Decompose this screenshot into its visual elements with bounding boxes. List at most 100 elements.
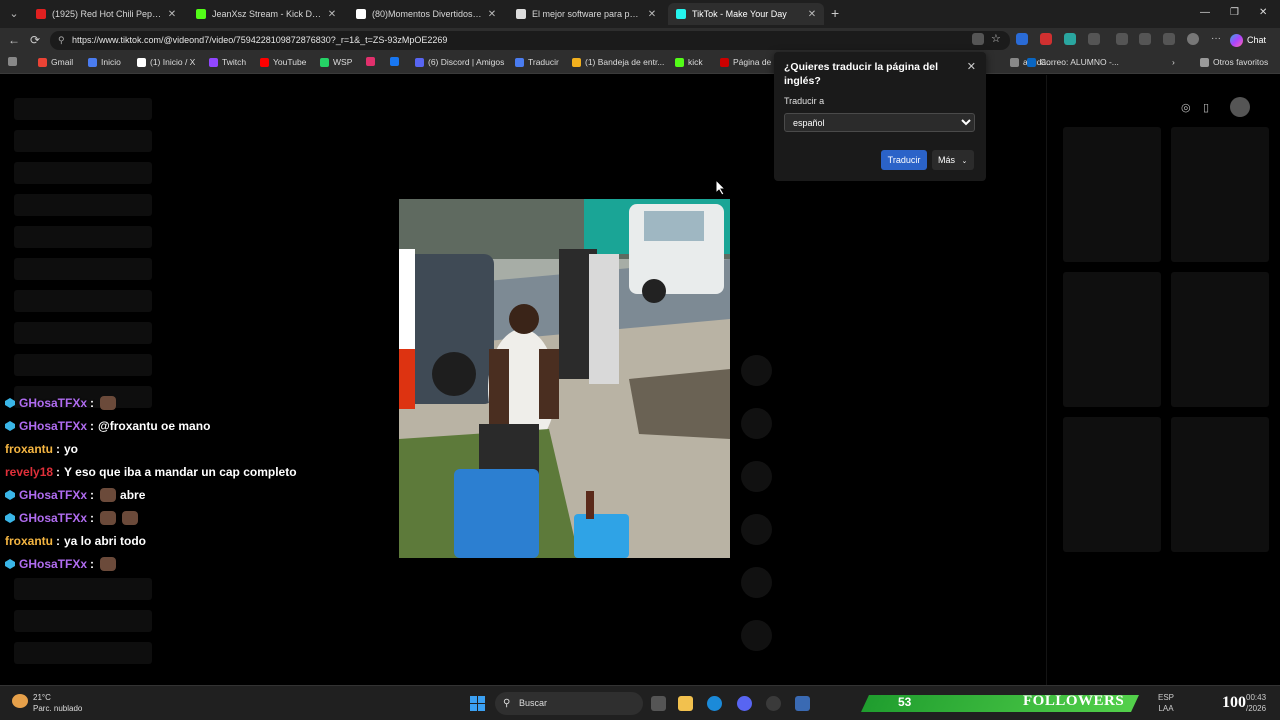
suggested-video-card[interactable] [1063, 272, 1161, 407]
chat-username[interactable]: GHosaTFXx [19, 419, 87, 433]
chat-username[interactable]: GHosaTFXx [19, 396, 87, 410]
chat-username[interactable]: GHosaTFXx [19, 511, 87, 525]
bookmarks-toggle-icon[interactable] [8, 57, 17, 66]
other-favorites[interactable]: Otros favoritos [1200, 57, 1268, 67]
tab-close-icon[interactable]: ✕ [166, 9, 178, 20]
bookmark-button[interactable] [741, 461, 772, 492]
language-indicator[interactable]: ESP LAA [1158, 692, 1174, 714]
window-close-icon[interactable]: ✕ [1259, 7, 1267, 18]
bookmark-item[interactable]: (1) Bandeja de entr... [572, 57, 664, 67]
extension-icon[interactable] [1064, 33, 1076, 45]
video-player[interactable] [399, 199, 730, 558]
like-button[interactable] [741, 355, 772, 386]
language-select[interactable]: español [784, 113, 975, 132]
suggested-video-card[interactable] [1063, 417, 1161, 552]
weather-widget[interactable]: 21°C Parc. nublado [12, 692, 82, 714]
skeleton-placeholder [14, 194, 152, 216]
tab-strip: ⌄ (1925) Red Hot Chili Peppers - Da✕Jean… [0, 0, 1280, 28]
collections-icon[interactable] [1163, 33, 1175, 45]
translate-close-icon[interactable]: ✕ [967, 60, 976, 73]
user-avatar-icon[interactable] [1230, 97, 1250, 117]
url-input[interactable]: ⚲ https://www.tiktok.com/@videond7/video… [50, 31, 1010, 50]
more-options-button[interactable]: Más ⌄ [932, 150, 974, 170]
translate-icon[interactable] [972, 33, 984, 45]
chat-username[interactable]: froxantu [5, 534, 53, 548]
suggested-video-card[interactable] [1171, 417, 1269, 552]
tab-title: JeanXsz Stream - Kick Dashboard [212, 9, 322, 19]
comment-button[interactable] [741, 408, 772, 439]
translate-title: ¿Quieres traducir la página del inglés? [784, 61, 939, 87]
favorite-star-icon[interactable]: ☆ [991, 33, 1003, 45]
discord-icon[interactable] [737, 696, 752, 711]
bookmark-item[interactable]: (6) Discord | Amigos [415, 57, 504, 67]
file-explorer-icon[interactable] [678, 696, 693, 711]
tab-1[interactable]: (1925) Red Hot Chili Peppers - Da ✕ [28, 3, 184, 25]
profile-avatar[interactable] [1187, 33, 1199, 45]
tab-close-icon[interactable]: ✕ [646, 9, 658, 20]
translate-button[interactable]: Traducir [881, 150, 927, 170]
tab-4[interactable]: El mejor software para potenciar t ✕ [508, 3, 664, 25]
tab-close-icon[interactable]: ✕ [326, 9, 338, 20]
new-tab-button[interactable]: + [831, 6, 839, 20]
bookmark-item[interactable]: YouTube [260, 57, 306, 67]
chat-username[interactable]: GHosaTFXx [19, 488, 87, 502]
subscriber-badge-icon [5, 513, 15, 523]
suggested-video-card[interactable] [1063, 127, 1161, 262]
compass-icon[interactable]: ◎ [1181, 101, 1191, 114]
skeleton-placeholder [14, 642, 152, 664]
split-screen-icon[interactable] [1116, 33, 1128, 45]
clock[interactable]: 00:43 /2026 [1246, 692, 1266, 714]
task-view-icon[interactable] [651, 696, 666, 711]
extension-icon[interactable] [1088, 33, 1100, 45]
bookmark-item[interactable]: WSP [320, 57, 352, 67]
reload-icon[interactable]: ⟳ [30, 33, 40, 47]
tab-search-icon[interactable]: ⌄ [6, 6, 22, 22]
chat-username[interactable]: revely18 [5, 465, 53, 479]
restore-icon[interactable]: ❐ [1230, 7, 1239, 18]
bookmark-favicon-icon [675, 57, 684, 67]
bookmark-item[interactable] [366, 57, 379, 66]
adblock-icon[interactable] [1040, 33, 1052, 45]
more-menu-icon[interactable]: ··· [1211, 33, 1223, 45]
bookmark-item[interactable]: kick [675, 57, 703, 67]
suggested-video-card[interactable] [1171, 272, 1269, 407]
suggested-video-card[interactable] [1171, 127, 1269, 262]
site-info-icon[interactable]: ⚲ [58, 31, 65, 50]
copilot-chat-button[interactable]: Chat [1230, 31, 1276, 49]
tab-2[interactable]: JeanXsz Stream - Kick Dashboard ✕ [188, 3, 344, 25]
chat-colon: : [56, 442, 60, 456]
bookmark-item[interactable]: Gmail [38, 57, 73, 67]
edge-icon[interactable] [707, 696, 722, 711]
tab-3[interactable]: (80)Momentos Divertidos de Los S ✕ [348, 3, 504, 25]
overlay-number: 100 [1222, 694, 1246, 711]
bookmark-item[interactable]: Correo: ALUMNO -... [1027, 57, 1119, 67]
chat-username[interactable]: froxantu [5, 442, 53, 456]
bookmark-item[interactable] [390, 57, 403, 66]
url-text: https://www.tiktok.com/@videond7/video/7… [72, 35, 448, 45]
start-menu-icon[interactable] [470, 696, 485, 711]
bookmark-item[interactable]: Twitch [209, 57, 246, 67]
minimize-icon[interactable]: — [1200, 7, 1210, 18]
tab-title: TikTok - Make Your Day [692, 9, 787, 19]
favorites-icon[interactable] [1139, 33, 1151, 45]
tab-close-icon[interactable]: ✕ [806, 9, 818, 20]
bookmarks-overflow-icon[interactable]: › [1172, 57, 1175, 67]
chat-username[interactable]: GHosaTFXx [19, 557, 87, 571]
music-button[interactable] [741, 567, 772, 598]
bookmark-item[interactable]: Página de in [720, 57, 780, 67]
app-icon[interactable] [766, 696, 781, 711]
bookmark-item[interactable]: Traducir [515, 57, 559, 67]
bookmark-item[interactable]: Inicio [88, 57, 121, 67]
bookmark-item[interactable]: (1) Inicio / X [137, 57, 195, 67]
tab-5[interactable]: TikTok - Make Your Day ✕ [668, 3, 824, 25]
chat-colon: : [90, 557, 95, 571]
more-button[interactable] [741, 620, 772, 651]
taskbar-search[interactable]: ⚲ Buscar [495, 692, 643, 715]
share-button[interactable] [741, 514, 772, 545]
chat-colon: : [56, 534, 60, 548]
app-icon[interactable] [795, 696, 810, 711]
device-icon[interactable]: ▯ [1203, 101, 1209, 114]
back-icon[interactable]: ← [8, 33, 20, 47]
extension-icon[interactable] [1016, 33, 1028, 45]
tab-close-icon[interactable]: ✕ [486, 9, 498, 20]
